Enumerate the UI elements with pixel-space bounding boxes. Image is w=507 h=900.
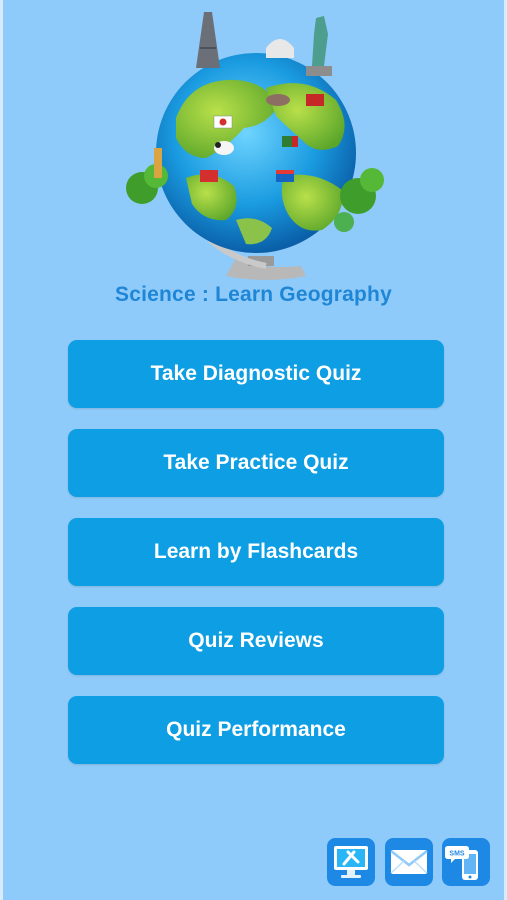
take-diagnostic-quiz-button[interactable]: Take Diagnostic Quiz xyxy=(68,340,444,408)
learn-by-flashcards-button[interactable]: Learn by Flashcards xyxy=(68,518,444,586)
take-practice-quiz-label: Take Practice Quiz xyxy=(163,451,349,474)
quiz-performance-label: Quiz Performance xyxy=(166,718,346,741)
take-practice-quiz-button[interactable]: Take Practice Quiz xyxy=(68,429,444,497)
learn-by-flashcards-label: Learn by Flashcards xyxy=(153,540,359,563)
tools-monitor-icon[interactable] xyxy=(327,838,375,886)
globe-logo-image xyxy=(116,8,396,286)
app-screen: Science : Learn Geography Take Diagnosti… xyxy=(0,0,507,900)
app-title: Science : Learn Geography xyxy=(115,283,392,306)
mail-icon[interactable] xyxy=(385,838,433,886)
quiz-reviews-button[interactable]: Quiz Reviews xyxy=(68,607,444,675)
quiz-reviews-label: Quiz Reviews xyxy=(188,629,324,652)
sms-label: SMS xyxy=(449,851,465,858)
quiz-performance-button[interactable]: Quiz Performance xyxy=(68,696,444,764)
sms-phone-icon[interactable]: SMS xyxy=(442,838,490,886)
left-edge xyxy=(0,0,3,900)
take-diagnostic-quiz-label: Take Diagnostic Quiz xyxy=(150,362,362,385)
